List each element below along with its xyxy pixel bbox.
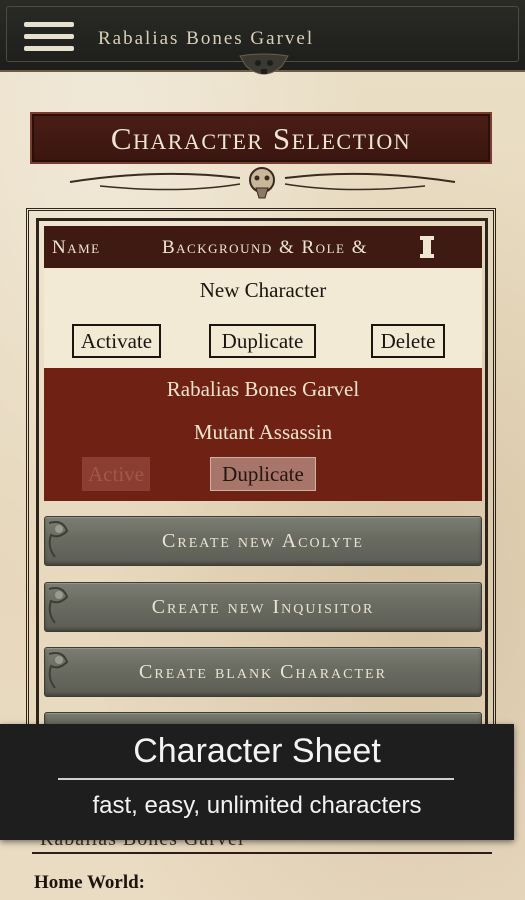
table-row: New Character Activate Duplicate Delete (44, 268, 482, 368)
delete-button[interactable]: Delete (371, 324, 445, 358)
table-row-active[interactable]: Rabalias Bones Garvel Mutant Assassin Ac… (44, 368, 482, 501)
character-selection-banner: Character Selection (30, 112, 492, 164)
promo-overlay: Character Sheet fast, easy, unlimited ch… (0, 724, 514, 840)
page-title: Character Selection (110, 121, 412, 156)
divider (32, 852, 492, 854)
table-header: Name Background & Role & (44, 226, 482, 268)
button-label: Create new Acolyte (162, 530, 364, 552)
activate-button[interactable]: Activate (72, 324, 161, 358)
duplicate-button[interactable]: Duplicate (210, 457, 316, 491)
create-acolyte-button[interactable]: Create new Acolyte (44, 516, 482, 566)
character-name: Rabalias Bones Garvel (166, 377, 360, 401)
app-title: Rabalias Bones Garvel (98, 28, 315, 49)
create-inquisitor-button[interactable]: Create new Inquisitor (44, 582, 482, 632)
duplicate-button[interactable]: Duplicate (209, 324, 316, 358)
skull-emblem-icon (239, 53, 289, 75)
header-name: Name (52, 237, 101, 258)
character-role: Mutant Assassin (193, 420, 333, 444)
header-background-role: Background & Role & (162, 237, 368, 258)
skull-flourish-icon (69, 167, 456, 199)
create-blank-character-button[interactable]: Create blank Character (44, 647, 482, 697)
overlay-divider (58, 778, 454, 780)
active-button: Active (82, 457, 150, 491)
overlay-subtitle: fast, easy, unlimited characters (92, 792, 422, 819)
button-label: Create new Inquisitor (151, 596, 375, 618)
pillar-icon (420, 236, 434, 258)
overlay-title: Character Sheet (133, 732, 381, 770)
button-label: Create blank Character (139, 661, 387, 683)
character-name: New Character (199, 278, 327, 302)
menu-icon[interactable] (24, 22, 74, 56)
home-world-label: Home World: (34, 872, 146, 893)
